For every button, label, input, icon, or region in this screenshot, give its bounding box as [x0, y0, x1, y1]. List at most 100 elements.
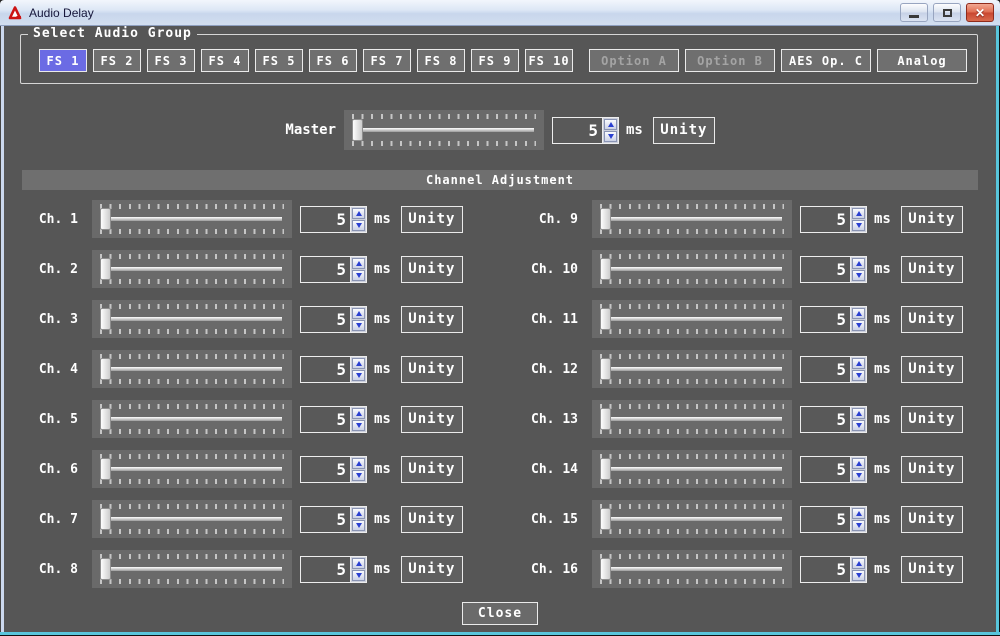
slider-thumb[interactable]	[100, 408, 111, 430]
spin-up-button[interactable]	[352, 208, 365, 219]
audio-group-button[interactable]: FS 10	[525, 49, 573, 72]
slider-track[interactable]	[102, 367, 282, 371]
slider-thumb[interactable]	[600, 358, 611, 380]
channel-delay-value-input[interactable]: 5	[300, 256, 351, 283]
spin-up-button[interactable]	[852, 558, 865, 569]
spin-up-button[interactable]	[852, 508, 865, 519]
spin-down-button[interactable]	[852, 220, 865, 231]
channel-delay-slider[interactable]	[592, 400, 792, 438]
unity-button[interactable]: Unity	[401, 306, 463, 333]
spin-up-button[interactable]	[852, 208, 865, 219]
unity-button[interactable]: Unity	[401, 556, 463, 583]
slider-track[interactable]	[354, 128, 534, 132]
channel-delay-slider[interactable]	[92, 400, 292, 438]
slider-track[interactable]	[102, 217, 282, 221]
audio-group-button[interactable]: Option B	[685, 49, 775, 72]
channel-delay-value-input[interactable]: 5	[300, 506, 351, 533]
channel-delay-slider[interactable]	[592, 500, 792, 538]
unity-button[interactable]: Unity	[401, 206, 463, 233]
channel-delay-slider[interactable]	[92, 450, 292, 488]
unity-button[interactable]: Unity	[401, 406, 463, 433]
channel-delay-value-input[interactable]: 5	[800, 306, 851, 333]
spin-down-button[interactable]	[852, 370, 865, 381]
audio-group-button[interactable]: FS 5	[255, 49, 303, 72]
spin-down-button[interactable]	[352, 320, 365, 331]
slider-track[interactable]	[602, 317, 782, 321]
spin-up-button[interactable]	[852, 458, 865, 469]
channel-delay-value-input[interactable]: 5	[800, 206, 851, 233]
spin-down-button[interactable]	[352, 220, 365, 231]
spin-down-button[interactable]	[352, 520, 365, 531]
spin-up-button[interactable]	[604, 119, 617, 130]
slider-track[interactable]	[602, 217, 782, 221]
audio-group-button[interactable]: Option A	[589, 49, 679, 72]
slider-thumb[interactable]	[100, 508, 111, 530]
spin-down-button[interactable]	[604, 131, 617, 142]
titlebar[interactable]: Audio Delay ✕	[0, 0, 1000, 26]
slider-thumb[interactable]	[100, 458, 111, 480]
unity-button[interactable]: Unity	[401, 256, 463, 283]
spin-up-button[interactable]	[852, 358, 865, 369]
audio-group-button[interactable]: FS 9	[471, 49, 519, 72]
audio-group-button[interactable]: FS 8	[417, 49, 465, 72]
channel-delay-value-input[interactable]: 5	[300, 306, 351, 333]
channel-delay-value-input[interactable]: 5	[300, 556, 351, 583]
slider-thumb[interactable]	[600, 408, 611, 430]
spin-down-button[interactable]	[852, 270, 865, 281]
slider-thumb[interactable]	[100, 258, 111, 280]
channel-delay-value-input[interactable]: 5	[300, 206, 351, 233]
channel-delay-value-input[interactable]: 5	[800, 256, 851, 283]
maximize-button[interactable]	[933, 3, 961, 22]
channel-delay-slider[interactable]	[92, 250, 292, 288]
unity-button[interactable]: Unity	[901, 556, 963, 583]
master-unity-button[interactable]: Unity	[653, 117, 715, 144]
channel-delay-slider[interactable]	[592, 450, 792, 488]
spin-down-button[interactable]	[852, 470, 865, 481]
channel-delay-slider[interactable]	[592, 200, 792, 238]
channel-delay-value-input[interactable]: 5	[800, 406, 851, 433]
channel-delay-slider[interactable]	[592, 250, 792, 288]
master-delay-value-input[interactable]: 5	[552, 117, 603, 144]
spin-down-button[interactable]	[852, 320, 865, 331]
spin-down-button[interactable]	[352, 470, 365, 481]
spin-up-button[interactable]	[852, 408, 865, 419]
channel-delay-value-input[interactable]: 5	[300, 456, 351, 483]
slider-track[interactable]	[102, 517, 282, 521]
audio-group-button[interactable]: FS 1	[39, 49, 87, 72]
slider-track[interactable]	[602, 467, 782, 471]
channel-delay-slider[interactable]	[592, 550, 792, 588]
slider-thumb[interactable]	[600, 458, 611, 480]
slider-track[interactable]	[102, 467, 282, 471]
spin-up-button[interactable]	[352, 458, 365, 469]
minimize-button[interactable]	[900, 3, 928, 22]
unity-button[interactable]: Unity	[901, 406, 963, 433]
channel-delay-slider[interactable]	[92, 300, 292, 338]
unity-button[interactable]: Unity	[901, 356, 963, 383]
unity-button[interactable]: Unity	[401, 356, 463, 383]
slider-track[interactable]	[102, 267, 282, 271]
spin-up-button[interactable]	[352, 358, 365, 369]
unity-button[interactable]: Unity	[401, 506, 463, 533]
slider-track[interactable]	[602, 517, 782, 521]
slider-track[interactable]	[102, 567, 282, 571]
channel-delay-slider[interactable]	[92, 500, 292, 538]
channel-delay-slider[interactable]	[92, 550, 292, 588]
slider-thumb[interactable]	[100, 308, 111, 330]
channel-delay-slider[interactable]	[592, 300, 792, 338]
channel-delay-value-input[interactable]: 5	[300, 356, 351, 383]
spin-up-button[interactable]	[352, 308, 365, 319]
unity-button[interactable]: Unity	[901, 306, 963, 333]
spin-up-button[interactable]	[352, 558, 365, 569]
slider-track[interactable]	[602, 567, 782, 571]
channel-delay-value-input[interactable]: 5	[800, 556, 851, 583]
slider-track[interactable]	[602, 417, 782, 421]
audio-group-button[interactable]: FS 6	[309, 49, 357, 72]
unity-button[interactable]: Unity	[901, 456, 963, 483]
channel-delay-value-input[interactable]: 5	[800, 506, 851, 533]
channel-delay-slider[interactable]	[592, 350, 792, 388]
slider-track[interactable]	[602, 367, 782, 371]
slider-track[interactable]	[602, 267, 782, 271]
unity-button[interactable]: Unity	[901, 206, 963, 233]
close-window-button[interactable]: ✕	[966, 3, 994, 22]
unity-button[interactable]: Unity	[901, 506, 963, 533]
